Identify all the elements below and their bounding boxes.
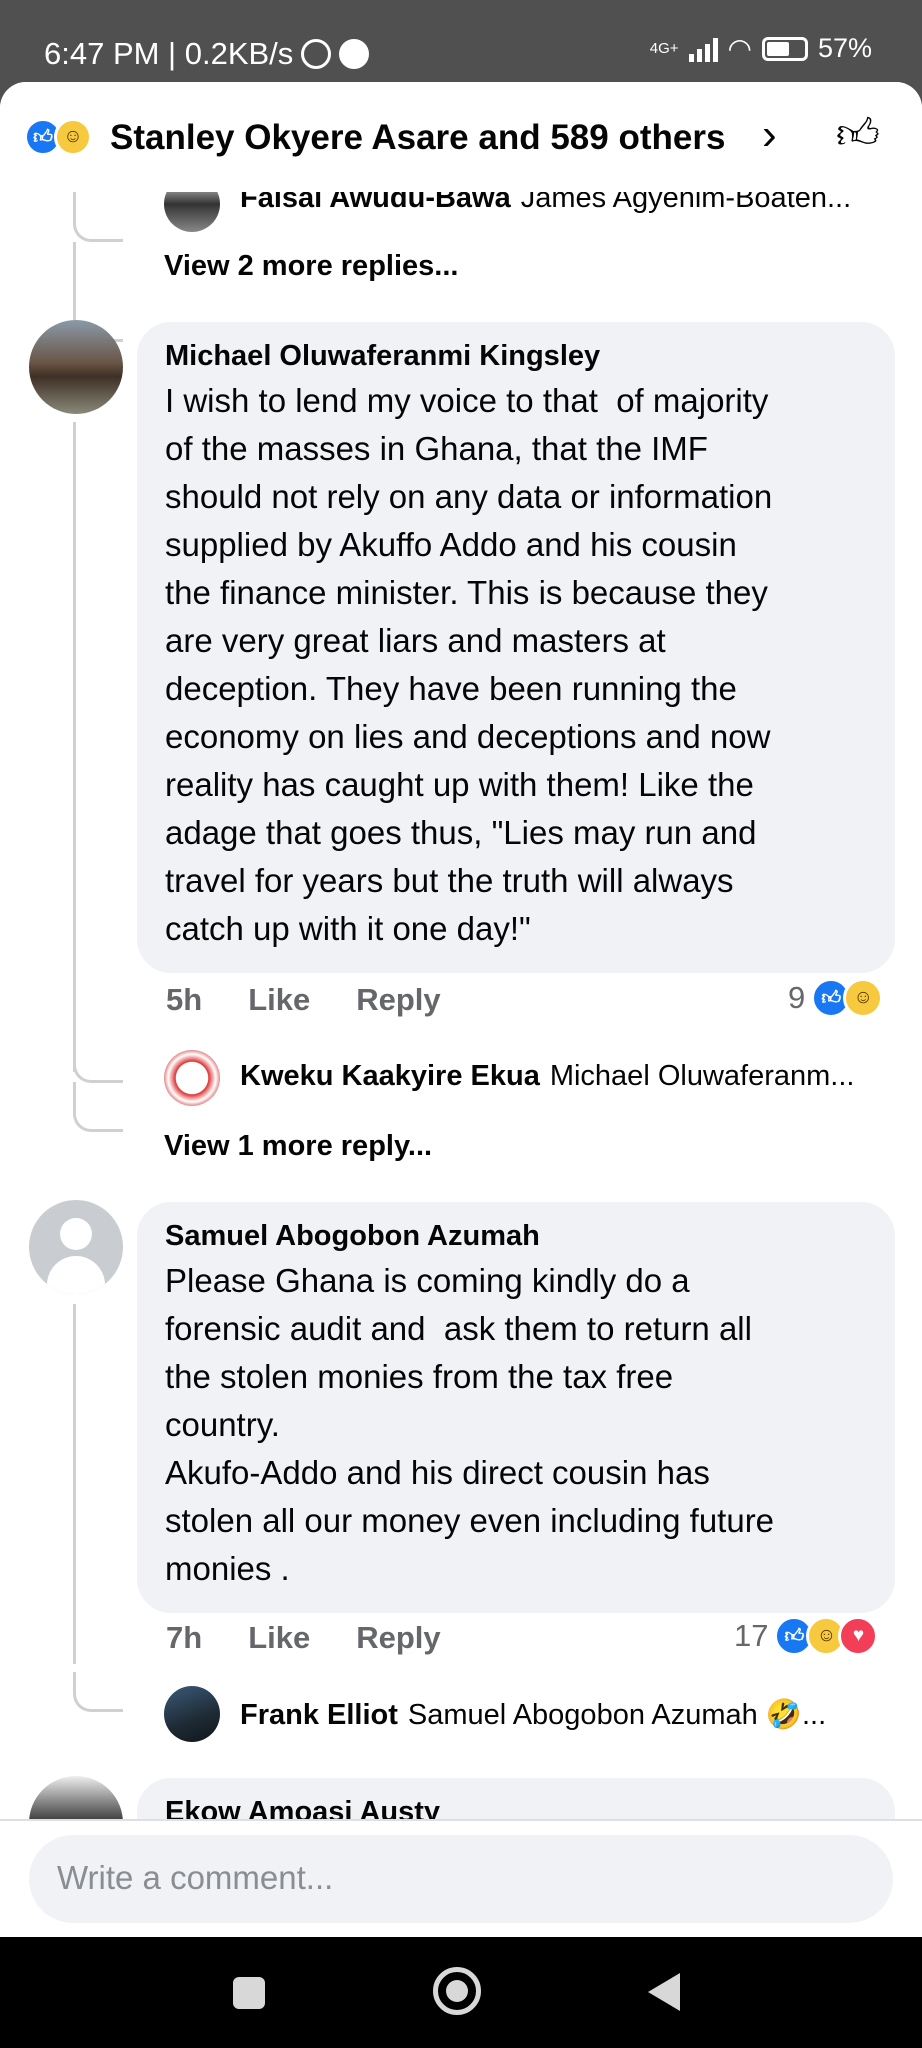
comment-input[interactable]: Write a comment... [29,1835,893,1923]
alarm-icon [301,39,332,69]
signal-icon [688,36,718,62]
comment-author[interactable]: Michael Oluwaferanmi Kingsley [165,340,867,373]
chevron-right-icon[interactable]: › [762,110,777,160]
reply-author[interactable]: Frank Elliot [240,1699,398,1732]
system-nav-bar [0,1937,922,2048]
comment-composer: Write a comment... [0,1819,922,1937]
avatar[interactable] [29,1200,123,1294]
battery-icon [761,36,808,61]
comment-actions: 5h Like Reply [166,982,441,1018]
thread-line [73,1304,76,1664]
haha-icon: ☺ [843,978,884,1018]
default-avatar-head [60,1218,92,1250]
love-icon: ♥ [838,1616,879,1656]
comments-sheet: 👍︎ ☺ Stanley Okyere Asare and 589 others… [0,82,922,1937]
reply-preview[interactable]: Frank Elliot Samuel Abogobon Azumah 🤣... [164,1686,827,1742]
status-right: 4G+ ◠ 57% [650,32,872,65]
status-time: 6:47 PM | 0.2KB/s [44,36,294,71]
reactions-summary[interactable]: Stanley Okyere Asare and 589 others [110,118,725,158]
recents-button[interactable] [233,1977,265,2009]
like-outline-icon[interactable]: 👍︎ [836,110,880,160]
thread-hook [73,1037,123,1083]
reaction-icons: 👍︎ ☺ [24,118,92,156]
whatsapp-icon [339,39,370,69]
thread-hook [73,1082,123,1132]
comment-text: I wish to lend my voice to that of major… [165,382,773,947]
comment-time: 5h [166,982,203,1017]
thread-line [73,422,76,1072]
avatar[interactable] [164,1050,220,1106]
avatar[interactable] [29,320,123,414]
status-left: 6:47 PM | 0.2KB/s [44,36,370,72]
view-more-replies[interactable]: View 2 more replies... [164,250,458,283]
thread-hook [73,1672,123,1712]
home-button[interactable] [433,1967,481,2015]
wifi-icon: ◠ [727,33,752,64]
network-type: 4G+ [649,39,679,57]
reply-text: Samuel Abogobon Azumah 🤣... [407,1699,827,1731]
reply-text: Michael Oluwaferanm... [549,1060,855,1092]
reply-preview[interactable]: Kweku Kaakyire Ekua Michael Oluwaferanm.… [164,1050,855,1106]
comment-actions: 7h Like Reply [166,1620,441,1656]
reaction-count-value: 9 [788,980,806,1015]
like-button[interactable]: Like [248,1620,310,1656]
status-bar: 6:47 PM | 0.2KB/s 4G+ ◠ 57% [0,0,922,82]
comment-text: Please Ghana is coming kindly do a foren… [165,1262,775,1587]
reaction-count[interactable]: 17 👍︎ ☺ ♥ [734,1616,879,1656]
comment-bubble[interactable]: Samuel Abogobon Azumah Please Ghana is c… [137,1202,895,1613]
battery-level: 57% [817,33,872,63]
reply-button[interactable]: Reply [356,1620,440,1656]
comment-author[interactable]: Samuel Abogobon Azumah [165,1220,867,1253]
reply-author[interactable]: Kweku Kaakyire Ekua [240,1060,540,1093]
default-avatar-body [47,1256,105,1294]
back-button[interactable] [648,1973,680,2011]
reactions-header[interactable]: 👍︎ ☺ Stanley Okyere Asare and 589 others… [0,82,922,192]
avatar[interactable] [164,1686,220,1742]
reaction-count-value: 17 [734,1618,769,1653]
comment-time: 7h [166,1620,203,1655]
view-more-replies[interactable]: View 1 more reply... [164,1130,432,1163]
comment-bubble[interactable]: Michael Oluwaferanmi Kingsley I wish to … [137,322,895,973]
haha-icon: ☺ [54,118,92,156]
reply-button[interactable]: Reply [356,982,440,1018]
like-button[interactable]: Like [248,982,310,1018]
reaction-count[interactable]: 9 👍︎ ☺ [788,978,884,1018]
thread-hook [73,192,123,242]
